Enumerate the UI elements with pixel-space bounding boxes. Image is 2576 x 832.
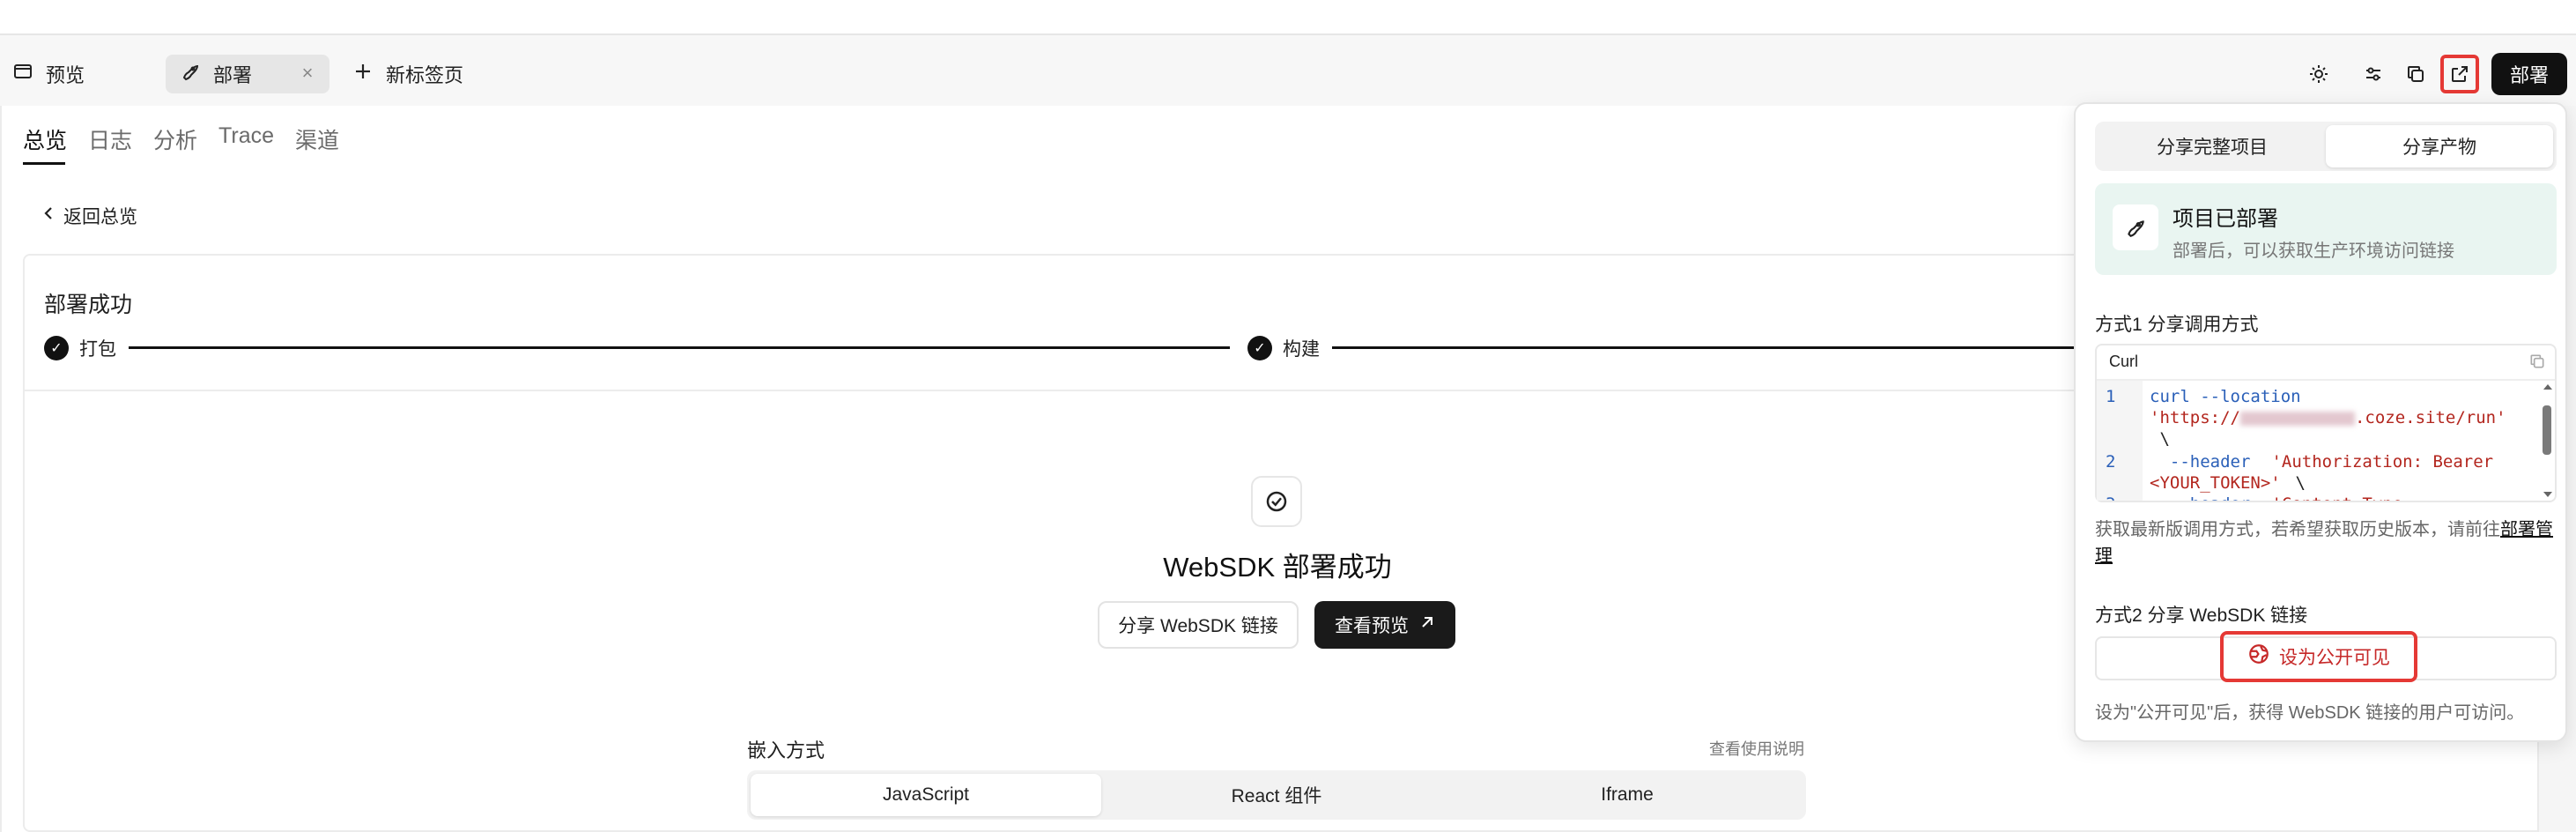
embed-option-javascript[interactable]: JavaScript: [751, 774, 1101, 816]
share-websdk-button[interactable]: 分享 WebSDK 链接: [1098, 601, 1299, 649]
subtab-channels[interactable]: 渠道: [295, 123, 339, 155]
code-token: \: [2285, 473, 2306, 493]
code-token: 'Content-Type:: [2261, 494, 2412, 501]
sun-icon[interactable]: [2299, 55, 2338, 93]
line-number: 2: [2106, 452, 2116, 472]
tab-new-label: 新标签页: [386, 64, 464, 86]
subtab-active-indicator: [23, 162, 65, 165]
code-token: .coze.site/run': [2354, 408, 2506, 427]
code-token: --header: [2150, 452, 2251, 472]
share-mode-segmented-control: 分享完整项目 分享产物: [2095, 122, 2557, 171]
method2-note: 设为"公开可见"后，获得 WebSDK 链接的用户可访问。: [2095, 703, 2525, 723]
subtab-overview[interactable]: 总览: [23, 123, 67, 155]
view-preview-label: 查看预览: [1335, 616, 1409, 636]
step-pack-label: 打包: [79, 339, 116, 360]
code-content[interactable]: 1 curl --location 'https:// .coze.site/ru…: [2097, 381, 2543, 501]
method1-label: 方式1 分享调用方式: [2095, 315, 2259, 335]
back-label: 返回总览: [63, 207, 137, 227]
arrow-up-right-icon: [1419, 614, 1435, 635]
subtab-logs[interactable]: 日志: [88, 123, 132, 155]
deploy-button[interactable]: 部署: [2491, 53, 2567, 95]
set-public-button[interactable]: 设为公开可见: [2220, 631, 2417, 682]
share-external-icon[interactable]: [2440, 55, 2479, 93]
embed-option-react[interactable]: React 组件: [1101, 774, 1452, 816]
code-token: 'Authorization: Bearer: [2261, 452, 2494, 472]
code-token: --header: [2150, 494, 2251, 501]
deployed-status-subtitle: 部署后，可以获取生产环境访问链接: [2173, 241, 2454, 261]
check-icon: ✓: [44, 336, 69, 360]
subtab-analytics[interactable]: 分析: [153, 123, 197, 155]
copy-icon[interactable]: [2396, 55, 2435, 93]
check-icon: ✓: [1247, 336, 1272, 360]
rocket-icon: [180, 61, 201, 87]
rocket-icon: [2113, 204, 2158, 250]
line-number: 1: [2106, 387, 2116, 406]
redacted-host: [2239, 411, 2355, 426]
tab-deploy-label: 部署: [213, 64, 253, 86]
embed-option-iframe[interactable]: Iframe: [1452, 774, 1802, 816]
embed-segmented-control: JavaScript React 组件 Iframe: [747, 770, 1806, 820]
deployment-title: 部署成功: [44, 293, 133, 317]
share-artifact-option[interactable]: 分享产物: [2326, 125, 2553, 167]
copy-code-icon[interactable]: [2528, 353, 2546, 370]
code-token: <YOUR_TOKEN>': [2150, 473, 2281, 493]
step-connector: [129, 346, 1230, 349]
settings-sliders-icon[interactable]: [2354, 55, 2393, 93]
method1-note: 获取最新版调用方式，若希望获取历史版本，请前往部署管理: [2095, 516, 2557, 569]
code-language-label: Curl: [2109, 353, 2139, 370]
line-number: 3: [2106, 494, 2115, 501]
step-connector: [1332, 346, 2074, 349]
step-build: ✓ 构建: [1247, 335, 1320, 361]
tab-new[interactable]: 新标签页: [352, 55, 463, 93]
check-circle-icon: [1251, 476, 1302, 527]
share-full-project-option[interactable]: 分享完整项目: [2099, 125, 2326, 167]
code-token: curl --location: [2150, 387, 2301, 406]
deployed-status-title: 项目已部署: [2173, 207, 2278, 231]
code-token: 'https:// .coze.site/run': [2150, 407, 2506, 428]
success-title: WebSDK 部署成功: [1163, 552, 1392, 583]
subtab-trace[interactable]: Trace: [218, 123, 274, 155]
code-token: 'https://: [2150, 408, 2240, 427]
code-token: \: [2150, 429, 2170, 449]
back-link[interactable]: 返回总览: [42, 203, 137, 229]
public-globe-icon: [2247, 643, 2270, 671]
method1-note-text: 获取最新版调用方式，若希望获取历史版本，请前往: [2095, 520, 2500, 539]
method2-label: 方式2 分享 WebSDK 链接: [2095, 605, 2308, 626]
usage-link[interactable]: 查看使用说明: [1709, 737, 1804, 760]
tab-deploy[interactable]: 部署 ×: [166, 55, 329, 93]
tab-preview-label: 预览: [46, 64, 85, 86]
close-icon[interactable]: ×: [298, 63, 317, 83]
set-public-label: 设为公开可见: [2279, 648, 2390, 668]
tab-bar: 预览 部署 × 新标签页: [0, 35, 2576, 106]
window-icon: [12, 61, 33, 87]
top-band: [0, 0, 2576, 35]
step-build-label: 构建: [1283, 339, 1320, 360]
step-pack: ✓ 打包: [44, 335, 116, 361]
view-preview-button[interactable]: 查看预览: [1314, 601, 1455, 649]
chevron-left-icon: [42, 205, 55, 227]
tab-preview[interactable]: 预览: [12, 55, 85, 93]
code-scrollbar-thumb[interactable]: [2543, 405, 2551, 455]
subtab-bar: 总览 日志 分析 Trace 渠道: [23, 123, 339, 155]
plus-icon: [352, 61, 374, 87]
embed-label: 嵌入方式: [747, 739, 825, 761]
